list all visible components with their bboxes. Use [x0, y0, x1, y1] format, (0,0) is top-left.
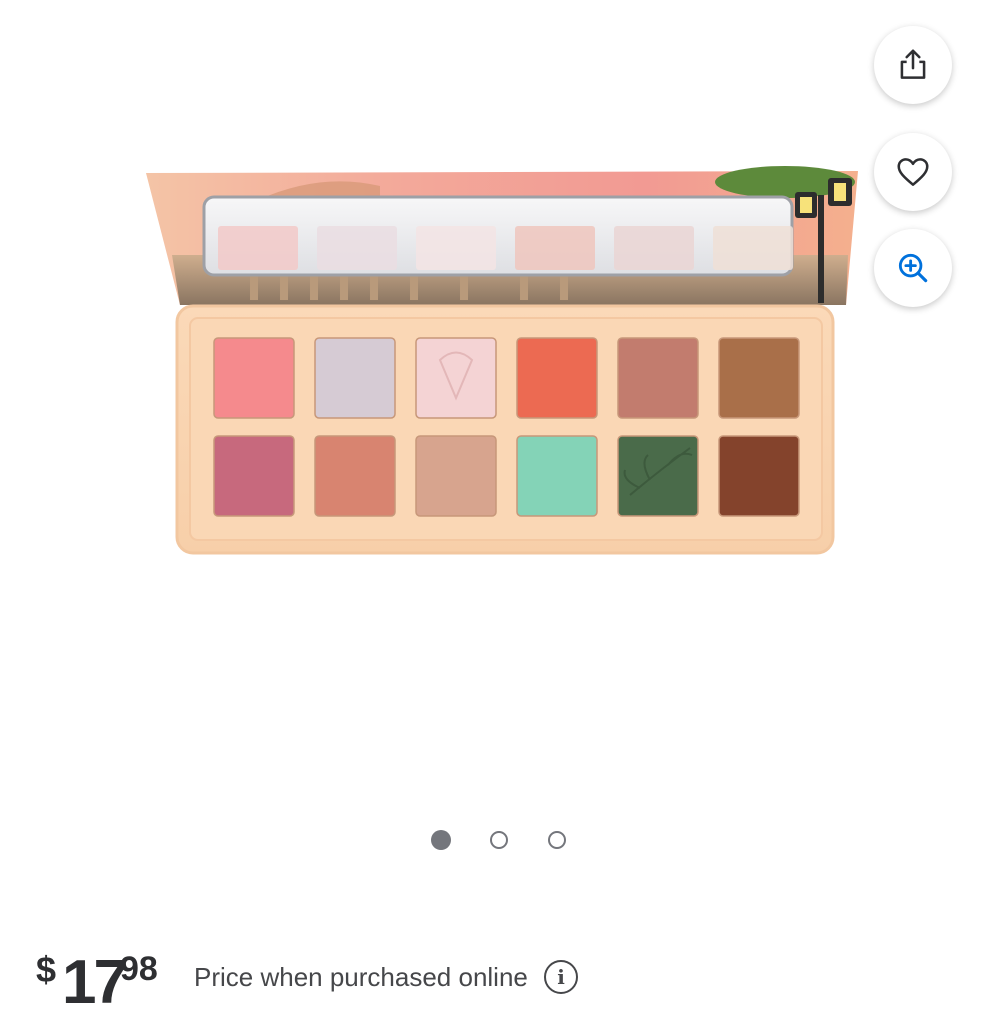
- eyeshadow-swatch-top-1: [213, 337, 295, 419]
- eyeshadow-swatch-top-6: [718, 337, 800, 419]
- favorite-button[interactable]: [874, 133, 952, 211]
- mirror-reflection-1: [218, 226, 298, 270]
- share-button[interactable]: [874, 26, 952, 104]
- info-icon-glyph: i: [557, 965, 565, 989]
- mirror-reflection-5: [614, 226, 694, 270]
- price-cents: 98: [120, 950, 158, 988]
- zoom-in-icon: [898, 253, 928, 283]
- eyeshadow-palette-image: [146, 166, 858, 555]
- info-icon[interactable]: i: [544, 960, 578, 994]
- mirror-reflection-4: [515, 226, 595, 270]
- eyeshadow-swatch-bottom-1: [213, 435, 295, 517]
- carousel-dot-1[interactable]: [431, 830, 451, 850]
- heart-icon: [897, 158, 929, 186]
- carousel-dot-3[interactable]: [548, 831, 566, 849]
- eyeshadow-swatch-bottom-6: [718, 435, 800, 517]
- eyeshadow-swatch-bottom-2: [314, 435, 396, 517]
- price-note: Price when purchased online: [194, 962, 528, 992]
- mirror-reflection-6: [713, 226, 793, 270]
- share-icon: [900, 49, 926, 79]
- eyeshadow-swatch-top-3: [415, 337, 497, 419]
- eyeshadow-swatch-bottom-5: [617, 435, 699, 517]
- carousel-dot-2[interactable]: [490, 831, 508, 849]
- price-row: $ 17 98 Price when purchased online i: [36, 938, 976, 1014]
- eyeshadow-swatch-bottom-3: [415, 435, 497, 517]
- eyeshadow-swatch-top-2: [314, 337, 396, 419]
- zoom-button[interactable]: [874, 229, 952, 307]
- price-dollars: 17: [62, 948, 128, 1017]
- eyeshadow-swatch-top-5: [617, 337, 699, 419]
- mirror-reflection-3: [416, 226, 496, 270]
- mirror-reflection-2: [317, 226, 397, 270]
- image-carousel-indicator: [0, 830, 1000, 854]
- eyeshadow-swatch-bottom-4: [516, 435, 598, 517]
- price-currency-symbol: $: [36, 949, 57, 990]
- product-image[interactable]: [0, 0, 1000, 800]
- eyeshadow-swatch-top-4: [516, 337, 598, 419]
